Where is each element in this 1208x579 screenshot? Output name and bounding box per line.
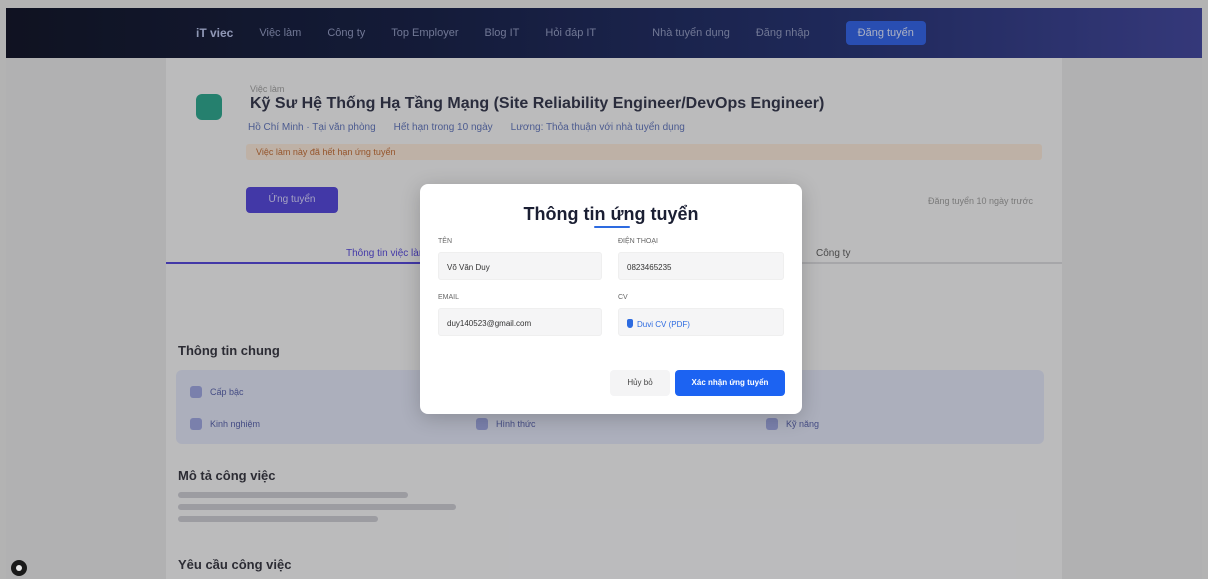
email-field[interactable]: duy140523@gmail.com — [438, 308, 602, 336]
cancel-button[interactable]: Hủy bỏ — [610, 370, 670, 396]
help-chat-icon[interactable] — [11, 560, 27, 576]
cv-field[interactable]: Duvi CV (PDF) — [618, 308, 784, 336]
application-modal: Thông tin ứng tuyển Tên Võ Văn Duy Điện … — [420, 184, 802, 414]
name-field[interactable]: Võ Văn Duy — [438, 252, 602, 280]
cv-label: CV — [618, 294, 628, 301]
name-label: Tên — [438, 238, 452, 245]
title-underline — [594, 226, 630, 228]
phone-field[interactable]: 0823465235 — [618, 252, 784, 280]
modal-title: Thông tin ứng tuyển — [523, 204, 699, 224]
confirm-apply-button[interactable]: Xác nhận ứng tuyển — [675, 370, 785, 396]
phone-label: Điện thoại — [618, 238, 658, 245]
email-label: Email — [438, 294, 460, 301]
cv-filename[interactable]: Duvi CV (PDF) — [637, 320, 690, 329]
file-icon — [627, 319, 633, 328]
